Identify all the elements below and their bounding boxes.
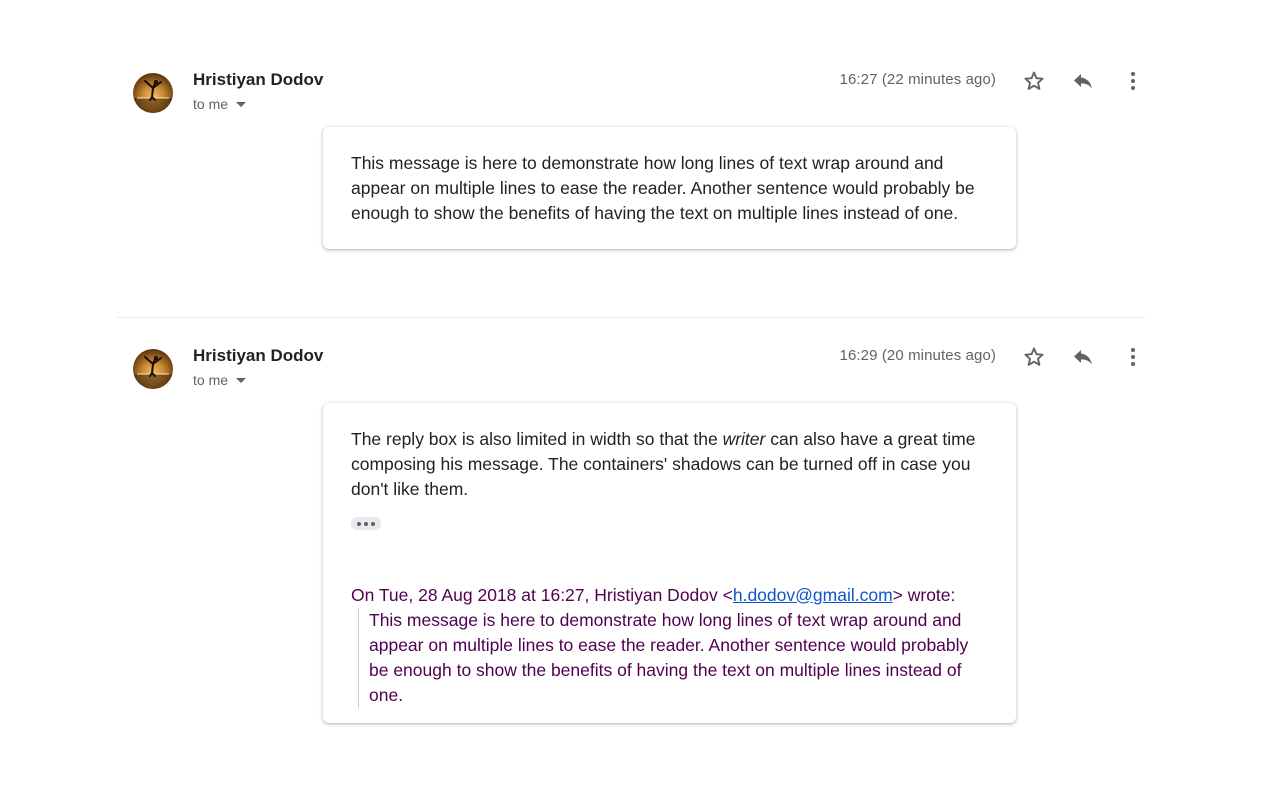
more-vert-icon xyxy=(1131,348,1135,366)
sender-name[interactable]: Hristiyan Dodov xyxy=(193,346,323,366)
star-icon xyxy=(1024,71,1044,90)
recipient-label: to me xyxy=(193,96,229,112)
expand-arrow-icon[interactable] xyxy=(236,101,247,107)
message-text-emphasis: writer xyxy=(722,429,766,449)
more-options-button[interactable] xyxy=(1118,342,1148,372)
reply-icon xyxy=(1074,350,1092,365)
message-item: Hristiyan Dodov to me 16:27 (22 minutes … xyxy=(117,0,1146,318)
expand-arrow-icon[interactable] xyxy=(236,377,247,383)
reply-icon xyxy=(1074,74,1092,89)
message-text-part: The reply box is also limited in width s… xyxy=(351,429,723,449)
quote-attribution-prefix: On Tue, 28 Aug 2018 at 16:27, Hristiyan … xyxy=(351,584,733,605)
ellipsis-icon xyxy=(364,521,368,526)
email-thread: Hristiyan Dodov to me 16:27 (22 minutes … xyxy=(117,0,1146,800)
more-vert-icon xyxy=(1131,72,1135,90)
message-timestamp: 16:27 (22 minutes ago) xyxy=(839,71,996,88)
message-body: The reply box is also limited in width s… xyxy=(323,403,1016,723)
ellipsis-icon xyxy=(357,521,361,526)
message-item: Hristiyan Dodov to me 16:29 (20 minutes … xyxy=(117,319,1146,800)
quote-attribution-suffix: > wrote: xyxy=(892,584,956,605)
message-body: This message is here to demonstrate how … xyxy=(323,127,1016,249)
sender-name[interactable]: Hristiyan Dodov xyxy=(193,70,323,90)
message-text: The reply box is also limited in width s… xyxy=(351,427,988,502)
recipient-line[interactable]: to me xyxy=(193,372,247,388)
message-header: Hristiyan Dodov to me 16:29 (20 minutes … xyxy=(117,334,1146,394)
star-button[interactable] xyxy=(1019,342,1049,372)
star-button[interactable] xyxy=(1019,66,1049,96)
reply-button[interactable] xyxy=(1068,66,1098,96)
quote-attribution: On Tue, 28 Aug 2018 at 16:27, Hristiyan … xyxy=(351,583,988,608)
message-timestamp: 16:29 (20 minutes ago) xyxy=(839,347,996,364)
recipient-label: to me xyxy=(193,372,229,388)
quoted-message: On Tue, 28 Aug 2018 at 16:27, Hristiyan … xyxy=(351,583,988,708)
reply-button[interactable] xyxy=(1068,342,1098,372)
more-options-button[interactable] xyxy=(1118,66,1148,96)
avatar[interactable] xyxy=(133,73,173,113)
message-text: This message is here to demonstrate how … xyxy=(351,153,975,223)
avatar[interactable] xyxy=(133,349,173,389)
sender-email-link[interactable]: h.dodov@gmail.com xyxy=(733,585,893,605)
quote-text: This message is here to demonstrate how … xyxy=(358,607,988,708)
ellipsis-icon xyxy=(371,521,375,526)
show-trimmed-content-button[interactable] xyxy=(351,517,381,530)
recipient-line[interactable]: to me xyxy=(193,96,247,112)
star-icon xyxy=(1024,347,1044,366)
message-header: Hristiyan Dodov to me 16:27 (22 minutes … xyxy=(117,58,1146,118)
